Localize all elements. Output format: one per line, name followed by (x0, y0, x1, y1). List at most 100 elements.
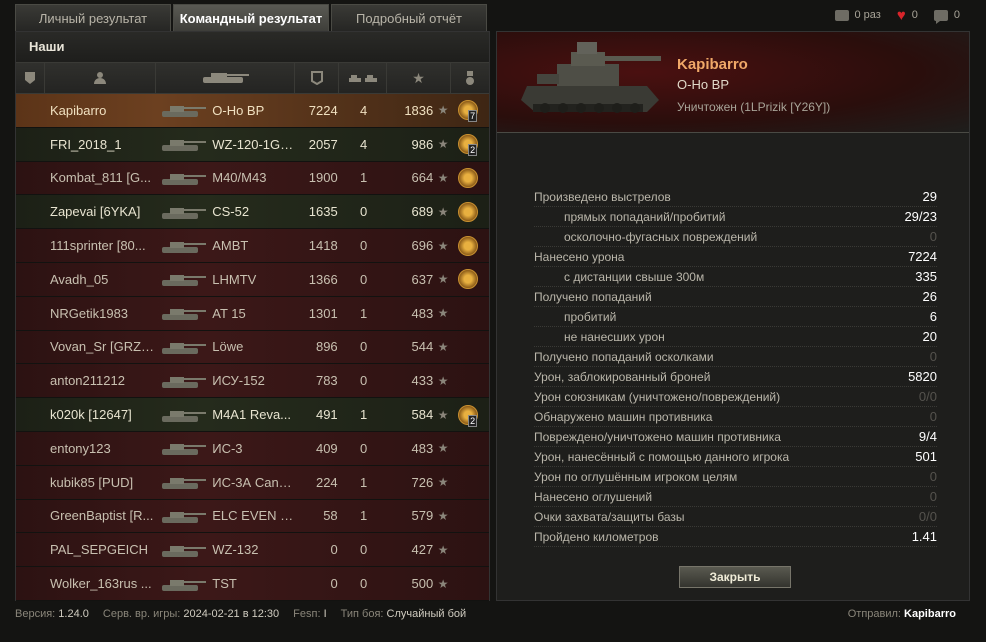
tank-name: WZ-132 (212, 542, 259, 558)
tank-icon (156, 433, 213, 463)
xp-column-icon[interactable]: ★ (387, 63, 451, 93)
player-row[interactable]: Wolker_163rus ... TST 0 0 500 ★ (16, 567, 489, 601)
medal-cell[interactable] (453, 332, 489, 362)
player-row[interactable]: kubik85 [PUD] ИС-3А Canc... 224 1 726 ★ (16, 465, 489, 500)
tank-name: CS-52 (212, 204, 250, 220)
player-row[interactable]: GreenBaptist [R... ELC EVEN 90 58 1 579 ★ (16, 499, 489, 534)
medal-cell[interactable]: 2 (453, 129, 489, 159)
stat-label: с дистанции свыше 300м (564, 269, 705, 284)
damage-column-icon[interactable] (295, 63, 339, 93)
tank-image (521, 42, 661, 113)
tank-name: AMBT (212, 238, 249, 254)
tank-name: ИСУ-152 (212, 373, 265, 389)
medal-cell[interactable] (453, 231, 489, 261)
tank-icon (156, 95, 213, 125)
stat-label: Повреждено/уничтожено машин противника (534, 429, 781, 444)
medal-cell[interactable]: 2 (453, 400, 489, 430)
xp-value: 579 (411, 508, 434, 524)
medal-cell[interactable] (453, 163, 489, 193)
stat-value: 335 (915, 269, 937, 284)
star-icon: ★ (437, 441, 449, 456)
footer-server-time: Серв. вр. игры: 2024-02-21 в 12:30 (103, 608, 279, 620)
tank-icon (156, 129, 213, 159)
medal-cell[interactable] (453, 197, 489, 227)
player-name: 111sprinter [80... (50, 238, 146, 254)
tab-personal-result[interactable]: Личный результат (15, 4, 171, 31)
damage-value: 2057 (308, 136, 338, 152)
player-row[interactable]: FRI_2018_1 WZ-120-1G ... 2057 4 986 ★ 2 (16, 127, 489, 162)
player-row[interactable]: NRGetik1983 AT 15 1301 1 483 ★ (16, 296, 489, 331)
tank-icon (156, 197, 213, 227)
close-button[interactable]: Закрыть (679, 566, 791, 588)
stat-label: Урон по оглушённым игроком целям (534, 469, 738, 484)
medal-cell[interactable] (453, 264, 489, 294)
damage-value: 0 (330, 576, 338, 592)
tank-name: ИС-3 (212, 440, 243, 456)
kills-value: 1 (359, 407, 368, 423)
star-icon: ★ (437, 373, 449, 388)
stat-value: 7224 (908, 249, 937, 264)
medal-cell[interactable] (453, 501, 489, 531)
medal-icon (458, 167, 479, 188)
player-name: FRI_2018_1 (50, 136, 122, 152)
player-column-icon[interactable] (45, 63, 156, 93)
stat-value: 0 (929, 229, 937, 244)
tank-name: ELC EVEN 90 (212, 508, 294, 524)
stat-value: 29 (922, 189, 937, 204)
medal-cell[interactable] (453, 467, 489, 497)
fesp-value: I (323, 608, 327, 620)
player-row[interactable]: Vovan_Sr [GRZ48] Löwe 896 0 544 ★ (16, 330, 489, 365)
player-row[interactable]: Kapibarro O-Ho BP 7224 4 1836 ★ 7 (16, 94, 489, 128)
stat-row: не нанесших урон 20 (534, 327, 937, 347)
player-row[interactable]: k020k [12647] M4A1 Reva... 491 1 584 ★ 2 (16, 398, 489, 432)
stat-label: Получено попаданий осколками (534, 349, 714, 364)
detail-vehicle-name: O-Ho BP (677, 77, 730, 92)
likes-counter[interactable]: ♥ 0 (897, 8, 918, 23)
battle-type-value: Случайный бой (386, 608, 467, 620)
player-name: Wolker_163rus ... (50, 576, 152, 592)
damage-value: 224 (315, 474, 338, 490)
medal-cell[interactable] (453, 366, 489, 396)
medal-cell[interactable] (453, 535, 489, 565)
stat-row: Очки захвата/защиты базы 0/0 (534, 507, 937, 527)
star-icon: ★ (437, 137, 449, 152)
xp-value: 726 (411, 474, 434, 490)
kills-column-icon[interactable] (339, 63, 387, 93)
player-row[interactable]: entony123 ИС-3 409 0 483 ★ (16, 431, 489, 466)
tank-name: LHMTV (212, 271, 257, 287)
stat-value: 29/23 (904, 209, 937, 224)
tank-icon (156, 535, 213, 565)
star-icon: ★ (437, 576, 449, 591)
medal-cell[interactable] (453, 298, 489, 328)
player-row[interactable]: anton211212 ИСУ-152 783 0 433 ★ (16, 364, 489, 399)
medal-column-icon[interactable] (451, 63, 489, 93)
medal-cell[interactable] (453, 569, 489, 599)
player-row[interactable]: Zapevai [6YKA] CS-52 1635 0 689 ★ (16, 195, 489, 230)
xp-value: 696 (411, 238, 434, 254)
stat-row: Получено попаданий 26 (534, 287, 937, 307)
box-icon (834, 9, 849, 21)
kills-value: 0 (359, 373, 368, 389)
player-row[interactable]: Avadh_05 LHMTV 1366 0 637 ★ (16, 262, 489, 297)
platoon-column-icon[interactable] (16, 63, 45, 93)
footer: Версия: 1.24.0 Серв. вр. игры: 2024-02-2… (15, 608, 466, 620)
xp-value: 584 (411, 407, 434, 423)
messages-counter[interactable]: 0 (933, 9, 960, 24)
stat-row: Урон по оглушённым игроком целям 0 (534, 467, 937, 487)
tab-detailed-report[interactable]: Подробный отчёт (331, 4, 487, 31)
box-counter[interactable]: 0 раз (834, 9, 881, 21)
kills-value: 1 (359, 474, 368, 490)
player-row[interactable]: 111sprinter [80... AMBT 1418 0 696 ★ (16, 229, 489, 263)
medal-cell[interactable]: 7 (453, 95, 489, 125)
tank-name: O-Ho BP (212, 102, 265, 118)
tab-team-result[interactable]: Командный результат (173, 4, 329, 31)
medal-cell[interactable] (453, 433, 489, 463)
vehicle-column-icon[interactable] (156, 63, 295, 93)
xp-value: 483 (411, 305, 434, 321)
footer-sender: Отправил: Kapibarro (848, 608, 956, 620)
player-row[interactable]: PAL_SEPGEICH WZ-132 0 0 427 ★ (16, 533, 489, 568)
player-row[interactable]: Kombat_811 [G... M40/M43 1900 1 664 ★ (16, 161, 489, 196)
stat-value: 1.41 (911, 529, 937, 544)
top-counters: 0 раз ♥ 0 0 (834, 8, 960, 24)
damage-value: 1635 (308, 204, 338, 220)
